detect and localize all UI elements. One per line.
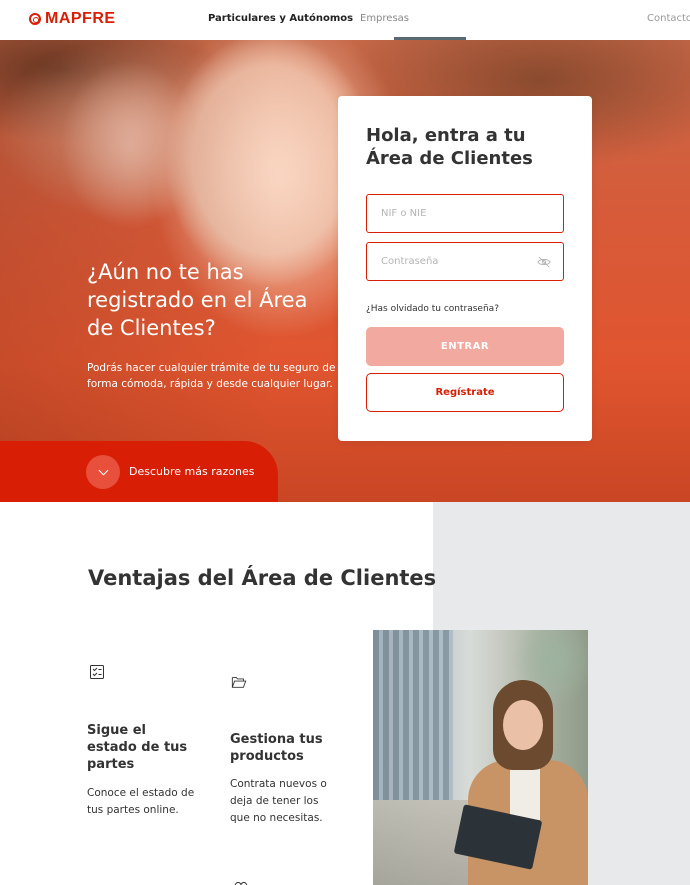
password-input[interactable] — [381, 243, 541, 280]
nif-input[interactable] — [381, 195, 541, 232]
discover-more-label: Descubre más razones — [129, 465, 255, 478]
mapfre-logo[interactable]: MAPFRE — [29, 10, 116, 28]
nav-particulares[interactable]: Particulares y Autónomos — [208, 13, 353, 24]
hero-title: ¿Aún no te has registrado en el Área de … — [87, 260, 308, 340]
woman-with-tablet-photo — [373, 630, 588, 885]
password-field — [366, 242, 564, 281]
feature-title-partes: Sigue el estado de tus partes — [87, 723, 188, 772]
chevron-down-icon — [86, 455, 120, 489]
hero-subtitle: Podrás hacer cualquier trámite de tu seg… — [87, 362, 336, 390]
advantages-title: Ventajas del Área de Clientes — [88, 566, 437, 590]
logo-text: MAPFRE — [45, 10, 116, 27]
nif-field — [366, 194, 564, 233]
feature-desc-partes: Conoce el estado de tus partes online. — [87, 787, 195, 816]
feature-title-productos: Gestiona tus productos — [230, 732, 323, 764]
enter-button[interactable]: ENTRAR — [366, 327, 564, 366]
checklist-icon — [90, 665, 104, 679]
login-card: Hola, entra a tu Área de Clientes ¿Has o… — [338, 96, 592, 441]
eye-off-icon[interactable] — [537, 255, 551, 269]
forgot-password-link[interactable]: ¿Has olvidado tu contraseña? — [366, 304, 499, 314]
login-title: Hola, entra a tu Área de Clientes — [366, 125, 533, 169]
heart-icon — [234, 881, 248, 885]
discover-more-button[interactable]: Descubre más razones — [0, 441, 278, 502]
register-button[interactable]: Regístrate — [366, 373, 564, 412]
feature-desc-productos: Contrata nuevos o deja de tener los que … — [230, 778, 327, 824]
folder-icon — [231, 677, 247, 688]
nav-empresas[interactable]: Empresas — [360, 13, 409, 24]
mapfre-logo-icon — [29, 13, 41, 25]
nav-contacto[interactable]: Contacto — [647, 13, 690, 24]
site-header: MAPFRE Particulares y Autónomos Empresas… — [0, 0, 690, 40]
